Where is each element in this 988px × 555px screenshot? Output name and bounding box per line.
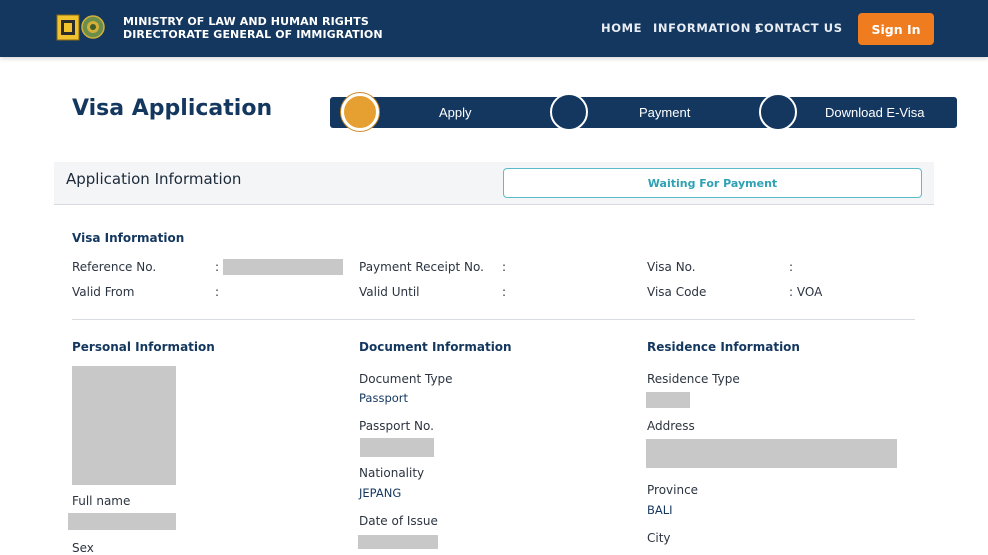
step-download-label: Download E-Visa [825,105,925,120]
ministry-line-1: MINISTRY OF LAW AND HUMAN RIGHTS [123,15,369,28]
province-label: Province [647,483,699,497]
top-navbar: MINISTRY OF LAW AND HUMAN RIGHTS DIRECTO… [0,0,988,57]
date-of-issue-label: Date of Issue [359,514,438,528]
visa-code-label: Visa Code [647,285,707,299]
reference-no-redacted-value [223,259,343,275]
page-title: Visa Application [72,96,273,121]
application-info-title: Application Information [66,170,242,188]
step-download-circle [759,93,797,131]
reference-no-label: Reference No. [72,260,157,274]
step-payment-label: Payment [639,105,691,120]
photo-placeholder [72,366,176,485]
progress-stepper: Apply Payment Download E-Visa [330,93,957,131]
valid-from-label: Valid From [72,285,135,299]
full-name-redacted-value [68,513,176,530]
nationality-label: Nationality [359,466,425,480]
full-name-label: Full name [72,494,131,508]
valid-from-sep: : [215,285,220,299]
ministry-name: MINISTRY OF LAW AND HUMAN RIGHTS DIRECTO… [123,15,383,41]
ministry-line-2: DIRECTORATE GENERAL OF IMMIGRATION [123,28,383,41]
ministry-emblem-icon[interactable] [56,14,80,41]
address-label: Address [647,419,695,433]
section-divider [72,319,915,320]
residence-type-redacted-value [646,392,690,408]
date-of-issue-redacted-value [358,535,438,549]
sign-in-button[interactable]: Sign In [858,13,934,45]
sex-label: Sex [72,541,94,555]
nav-home-link[interactable]: HOME [601,21,642,35]
nav-contact-link[interactable]: CONTACT US [755,21,843,35]
application-info-header: Application Information Waiting For Paym… [54,162,934,205]
reference-no-sep: : [215,260,220,274]
nav-information-label: INFORMATION [653,21,751,35]
payment-receipt-no-sep: : [502,260,507,274]
visa-code-value: : VOA [789,285,823,299]
passport-no-label: Passport No. [359,419,434,433]
visa-info-heading: Visa Information [72,231,185,245]
document-info-heading: Document Information [359,340,512,354]
address-redacted-value [646,439,897,468]
step-apply-circle [341,93,379,131]
residence-info-heading: Residence Information [647,340,800,354]
city-label: City [647,531,671,545]
step-apply-label: Apply [439,105,472,120]
immigration-emblem-icon[interactable] [81,14,105,41]
payment-receipt-no-label: Payment Receipt No. [359,260,484,274]
document-type-value: Passport [359,391,409,405]
nav-information-dropdown[interactable]: INFORMATION ❯ [653,21,762,35]
status-badge: Waiting For Payment [503,168,922,198]
province-value: BALI [647,503,673,517]
personal-info-heading: Personal Information [72,340,215,354]
valid-until-label: Valid Until [359,285,420,299]
visa-no-sep: : [789,260,794,274]
visa-no-label: Visa No. [647,260,696,274]
step-payment-circle [550,93,588,131]
valid-until-sep: : [502,285,507,299]
document-type-label: Document Type [359,372,453,386]
residence-type-label: Residence Type [647,372,740,386]
passport-no-redacted-value [360,438,434,457]
nationality-value: JEPANG [359,486,402,500]
